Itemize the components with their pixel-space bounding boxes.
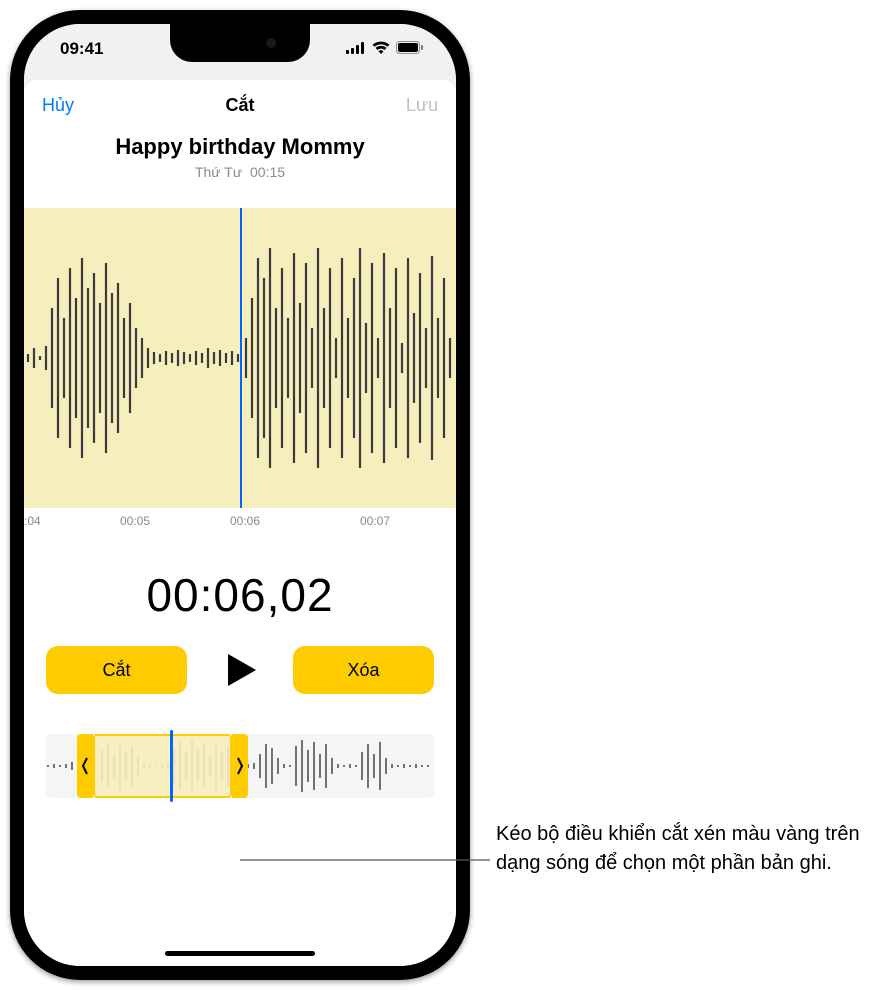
callout-text: Kéo bộ điều khiển cắt xén màu vàng trên …: [496, 820, 866, 878]
trim-handle-right[interactable]: [232, 734, 248, 798]
status-time: 09:41: [60, 39, 103, 59]
trim-button[interactable]: Cắt: [46, 646, 187, 694]
trim-selection[interactable]: [93, 734, 233, 798]
signal-icon: [346, 39, 366, 59]
play-button[interactable]: [205, 650, 275, 690]
playhead[interactable]: [240, 208, 242, 508]
editor-sheet: Hủy Cắt Lưu Happy birthday Mommy Thứ Tư …: [24, 80, 456, 966]
nav-title: Cắt: [225, 95, 254, 116]
trim-handle-left[interactable]: [77, 734, 93, 798]
waveform-main[interactable]: [24, 208, 456, 508]
recording-duration: 00:15: [250, 164, 285, 180]
controls-row: Cắt Xóa: [24, 622, 456, 694]
chevron-left-icon: [81, 756, 89, 776]
ruler-tick: 00:05: [120, 514, 150, 528]
home-indicator[interactable]: [165, 951, 315, 956]
play-icon: [220, 650, 260, 690]
phone-frame: 09:41 Hủy Cắt Lưu Happy birt: [10, 10, 470, 980]
save-button[interactable]: Lưu: [406, 95, 438, 116]
ruler-tick: 00:07: [360, 514, 390, 528]
trim-overview[interactable]: [46, 734, 434, 798]
recording-header: Happy birthday Mommy Thứ Tư 00:15: [24, 130, 456, 190]
screen: 09:41 Hủy Cắt Lưu Happy birt: [24, 24, 456, 966]
ruler-tick: 00:06: [230, 514, 260, 528]
recording-meta: Thứ Tư 00:15: [24, 164, 456, 180]
nav-bar: Hủy Cắt Lưu: [24, 80, 456, 130]
trim-playhead[interactable]: [170, 730, 173, 802]
recording-name: Happy birthday Mommy: [24, 134, 456, 160]
status-right: [346, 39, 424, 59]
wifi-icon: [372, 39, 390, 59]
battery-icon: [396, 39, 424, 59]
chevron-right-icon: [236, 756, 244, 776]
cancel-button[interactable]: Hủy: [42, 95, 74, 116]
recording-day: Thứ Tư: [195, 164, 242, 180]
time-ruler: :04 00:05 00:06 00:07: [24, 508, 456, 538]
ruler-tick: :04: [24, 514, 41, 528]
playback-time: 00:06,02: [24, 568, 456, 622]
notch: [170, 24, 310, 62]
delete-button[interactable]: Xóa: [293, 646, 434, 694]
